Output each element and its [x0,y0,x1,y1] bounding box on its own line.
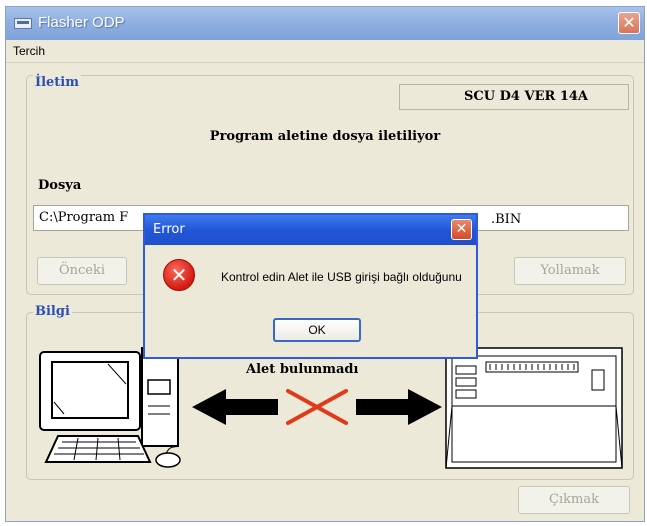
menu-item-tercih[interactable]: Tercih [13,44,45,58]
error-icon: ✕ [163,259,195,291]
file-extension: .BIN [491,212,522,227]
send-button[interactable]: Yollamak [514,257,626,285]
dialog-title-bar[interactable]: Error ✕ [145,215,476,245]
menu-bar: Tercih [6,40,644,63]
dialog-message: Kontrol edin Alet ile USB girişi bağlı o… [221,270,462,284]
error-dialog: Error ✕ ✕ Kontrol edin Alet ile USB giri… [143,213,478,359]
exit-button[interactable]: Çıkmak [518,486,630,514]
file-label: Dosya [38,178,82,193]
alert-text: Alet bulunmadı [246,362,359,377]
device-illustration [445,347,623,469]
connection-arrows [192,389,442,425]
ok-button[interactable]: OK [273,318,361,342]
iletim-label: İletim [33,75,81,90]
close-button[interactable]: ✕ [618,12,640,34]
prev-button[interactable]: Önceki [37,257,127,285]
dialog-close-button[interactable]: ✕ [451,219,472,240]
version-display: SCU D4 VER 14A [399,84,629,110]
window-title: Flasher ODP [38,14,125,31]
title-bar[interactable]: Flasher ODP ✕ [6,7,644,40]
app-icon [14,18,32,29]
status-text: Program aletine dosya iletiliyor [209,129,441,144]
computer-illustration [39,347,181,468]
bilgi-label: Bilgi [33,304,72,319]
dialog-title: Error [153,222,185,237]
